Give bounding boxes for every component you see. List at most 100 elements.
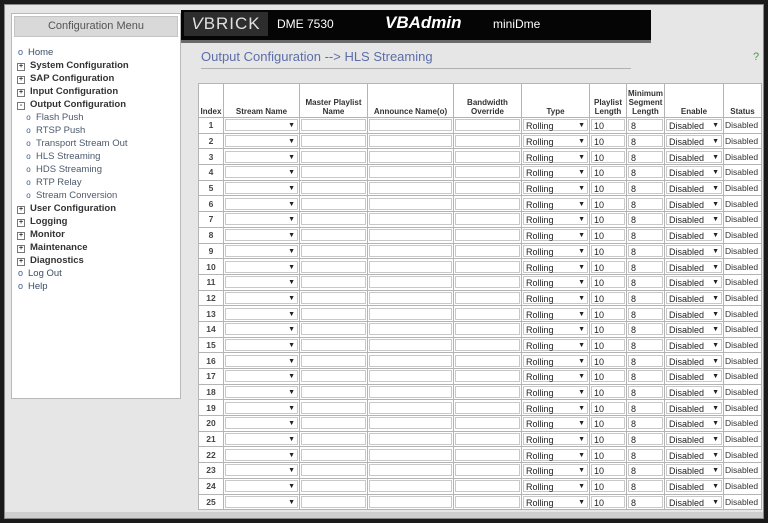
stream-name-select[interactable]: ▼ (225, 323, 298, 336)
announce-name-input[interactable] (369, 182, 452, 195)
master-playlist-input[interactable] (301, 182, 366, 195)
bandwidth-override-input[interactable] (455, 480, 520, 493)
menu-item-flash-push[interactable]: o Flash Push (16, 111, 180, 124)
bandwidth-override-input[interactable] (455, 119, 520, 132)
stream-name-select[interactable]: ▼ (225, 166, 298, 179)
stream-name-select[interactable]: ▼ (225, 291, 298, 304)
bandwidth-override-input[interactable] (455, 417, 520, 430)
announce-name-input[interactable] (369, 338, 452, 351)
min-segment-length-input[interactable]: 8 (628, 229, 663, 242)
enable-select[interactable]: Disabled ▼ (666, 338, 722, 351)
enable-select[interactable]: Disabled ▼ (666, 433, 722, 446)
playlist-length-input[interactable]: 10 (591, 213, 625, 226)
announce-name-input[interactable] (369, 370, 452, 383)
enable-select[interactable]: Disabled ▼ (666, 464, 722, 477)
min-segment-length-input[interactable]: 8 (628, 448, 663, 461)
bandwidth-override-input[interactable] (455, 323, 520, 336)
master-playlist-input[interactable] (301, 417, 366, 430)
type-select[interactable]: Rolling ▼ (523, 323, 588, 336)
enable-select[interactable]: Disabled ▼ (666, 323, 722, 336)
min-segment-length-input[interactable]: 8 (628, 370, 663, 383)
master-playlist-input[interactable] (301, 323, 366, 336)
master-playlist-input[interactable] (301, 464, 366, 477)
bandwidth-override-input[interactable] (455, 370, 520, 383)
min-segment-length-input[interactable]: 8 (628, 213, 663, 226)
enable-select[interactable]: Disabled ▼ (666, 291, 722, 304)
type-select[interactable]: Rolling ▼ (523, 464, 588, 477)
stream-name-select[interactable]: ▼ (225, 417, 298, 430)
master-playlist-input[interactable] (301, 448, 366, 461)
stream-name-select[interactable]: ▼ (225, 495, 298, 508)
type-select[interactable]: Rolling ▼ (523, 307, 588, 320)
menu-item-monitor[interactable]: + Monitor (16, 228, 180, 241)
min-segment-length-input[interactable]: 8 (628, 166, 663, 179)
type-select[interactable]: Rolling ▼ (523, 354, 588, 367)
type-select[interactable]: Rolling ▼ (523, 401, 588, 414)
master-playlist-input[interactable] (301, 354, 366, 367)
master-playlist-input[interactable] (301, 135, 366, 148)
min-segment-length-input[interactable]: 8 (628, 276, 663, 289)
min-segment-length-input[interactable]: 8 (628, 480, 663, 493)
playlist-length-input[interactable]: 10 (591, 244, 625, 257)
enable-select[interactable]: Disabled ▼ (666, 260, 722, 273)
master-playlist-input[interactable] (301, 244, 366, 257)
type-select[interactable]: Rolling ▼ (523, 417, 588, 430)
enable-select[interactable]: Disabled ▼ (666, 150, 722, 163)
type-select[interactable]: Rolling ▼ (523, 260, 588, 273)
playlist-length-input[interactable]: 10 (591, 417, 625, 430)
playlist-length-input[interactable]: 10 (591, 338, 625, 351)
bandwidth-override-input[interactable] (455, 229, 520, 242)
master-playlist-input[interactable] (301, 370, 366, 383)
type-select[interactable]: Rolling ▼ (523, 182, 588, 195)
bandwidth-override-input[interactable] (455, 213, 520, 226)
announce-name-input[interactable] (369, 354, 452, 367)
menu-item-rtp-relay[interactable]: o RTP Relay (16, 176, 180, 189)
announce-name-input[interactable] (369, 480, 452, 493)
playlist-length-input[interactable]: 10 (591, 260, 625, 273)
bandwidth-override-input[interactable] (455, 166, 520, 179)
enable-select[interactable]: Disabled ▼ (666, 307, 722, 320)
enable-select[interactable]: Disabled ▼ (666, 276, 722, 289)
stream-name-select[interactable]: ▼ (225, 260, 298, 273)
min-segment-length-input[interactable]: 8 (628, 150, 663, 163)
playlist-length-input[interactable]: 10 (591, 135, 625, 148)
master-playlist-input[interactable] (301, 150, 366, 163)
playlist-length-input[interactable]: 10 (591, 229, 625, 242)
stream-name-select[interactable]: ▼ (225, 119, 298, 132)
enable-select[interactable]: Disabled ▼ (666, 417, 722, 430)
announce-name-input[interactable] (369, 323, 452, 336)
min-segment-length-input[interactable]: 8 (628, 119, 663, 132)
enable-select[interactable]: Disabled ▼ (666, 448, 722, 461)
min-segment-length-input[interactable]: 8 (628, 433, 663, 446)
bandwidth-override-input[interactable] (455, 386, 520, 399)
master-playlist-input[interactable] (301, 291, 366, 304)
min-segment-length-input[interactable]: 8 (628, 401, 663, 414)
min-segment-length-input[interactable]: 8 (628, 386, 663, 399)
announce-name-input[interactable] (369, 119, 452, 132)
enable-select[interactable]: Disabled ▼ (666, 354, 722, 367)
enable-select[interactable]: Disabled ▼ (666, 182, 722, 195)
stream-name-select[interactable]: ▼ (225, 213, 298, 226)
menu-item-logging[interactable]: + Logging (16, 215, 180, 228)
menu-item-output-configuration[interactable]: - Output Configuration (16, 98, 180, 111)
bandwidth-override-input[interactable] (455, 244, 520, 257)
announce-name-input[interactable] (369, 244, 452, 257)
bandwidth-override-input[interactable] (455, 197, 520, 210)
type-select[interactable]: Rolling ▼ (523, 448, 588, 461)
bandwidth-override-input[interactable] (455, 135, 520, 148)
playlist-length-input[interactable]: 10 (591, 307, 625, 320)
menu-item-maintenance[interactable]: + Maintenance (16, 241, 180, 254)
min-segment-length-input[interactable]: 8 (628, 464, 663, 477)
playlist-length-input[interactable]: 10 (591, 291, 625, 304)
stream-name-select[interactable]: ▼ (225, 307, 298, 320)
playlist-length-input[interactable]: 10 (591, 276, 625, 289)
min-segment-length-input[interactable]: 8 (628, 135, 663, 148)
master-playlist-input[interactable] (301, 229, 366, 242)
bandwidth-override-input[interactable] (455, 464, 520, 477)
announce-name-input[interactable] (369, 213, 452, 226)
menu-item-system-configuration[interactable]: + System Configuration (16, 59, 180, 72)
min-segment-length-input[interactable]: 8 (628, 495, 663, 508)
bandwidth-override-input[interactable] (455, 495, 520, 508)
stream-name-select[interactable]: ▼ (225, 464, 298, 477)
announce-name-input[interactable] (369, 197, 452, 210)
